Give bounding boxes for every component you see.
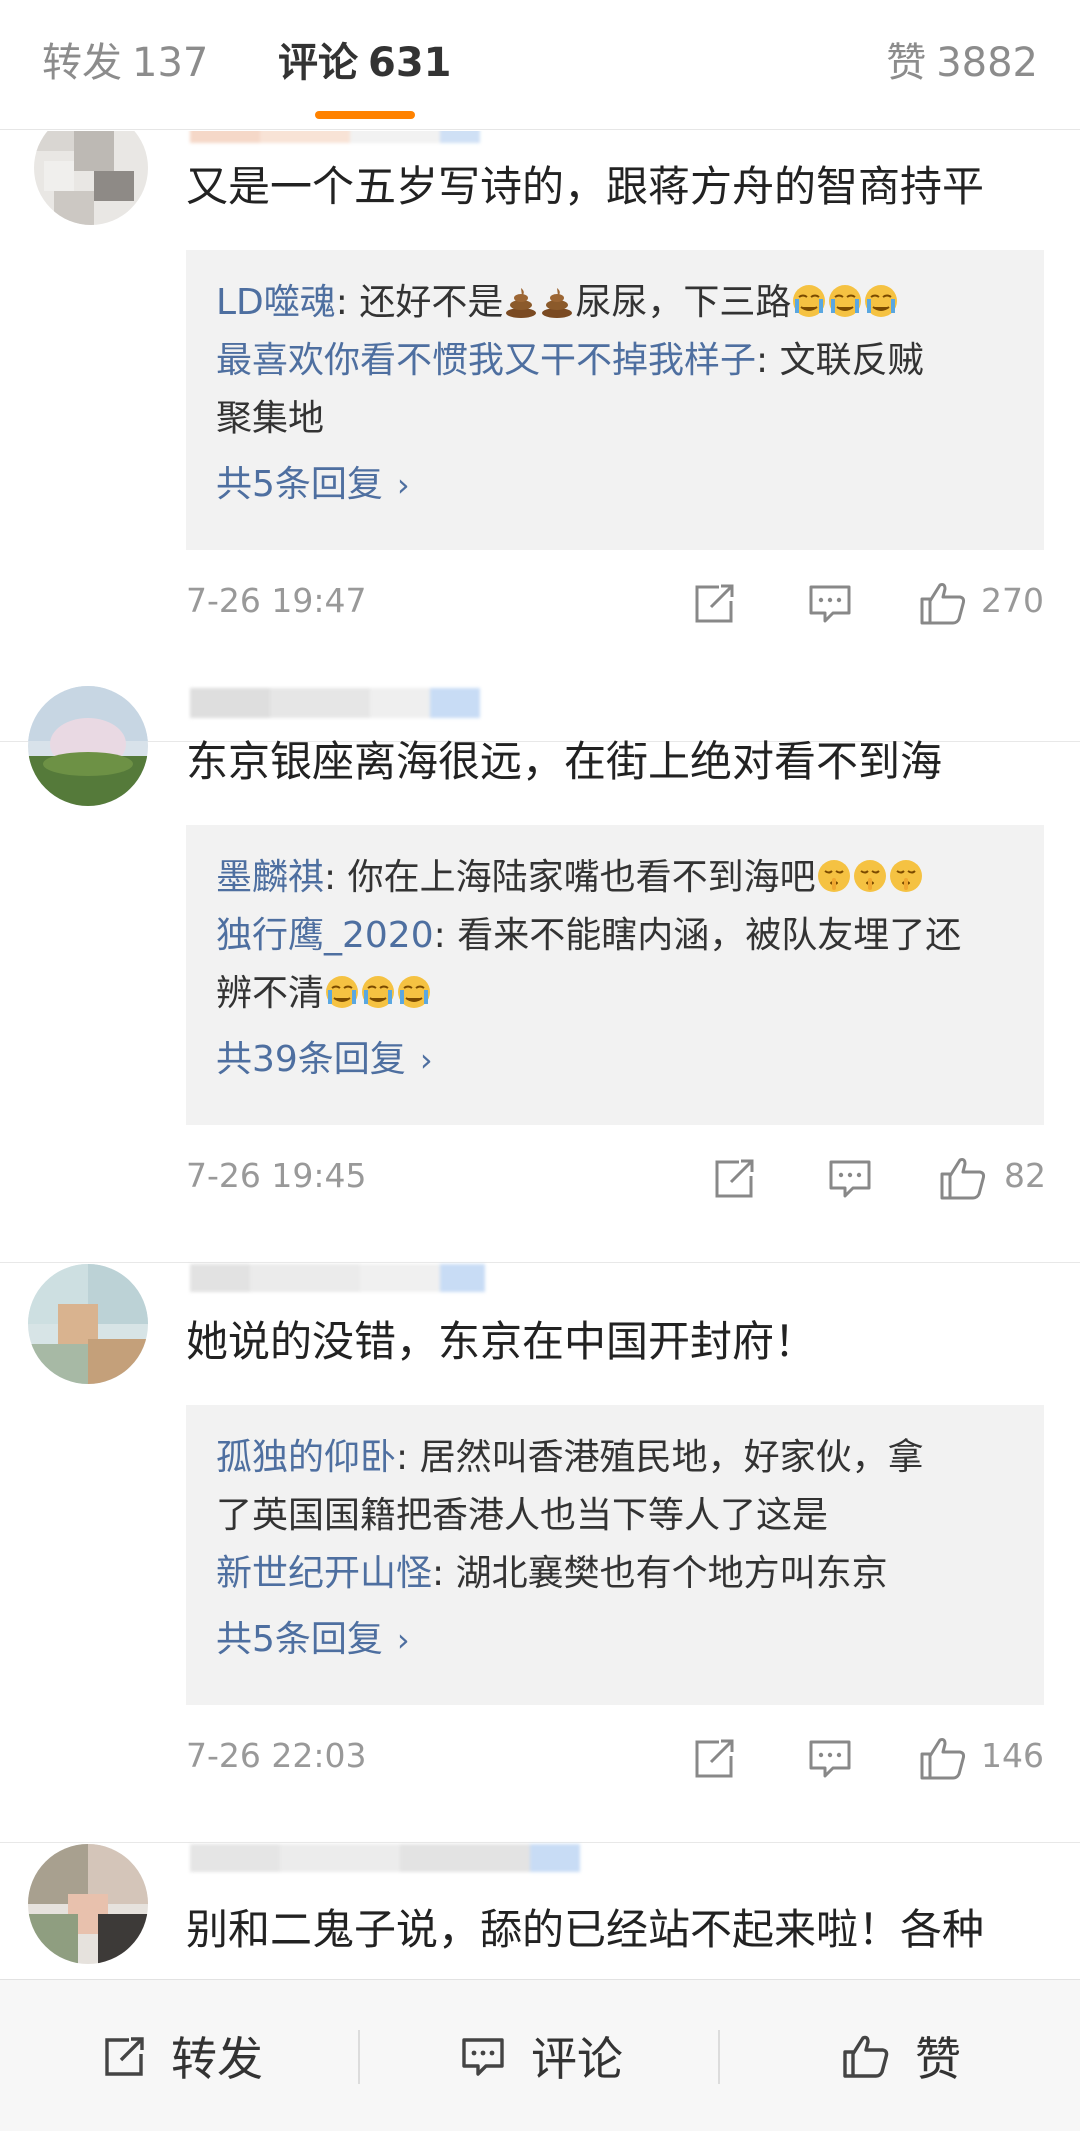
chevron-right-icon: › [396,466,410,504]
avatar[interactable] [28,1264,148,1384]
like-icon[interactable] [938,1152,988,1204]
username-obscured[interactable] [190,1838,590,1872]
reply-text-cont: 尿尿，下三路 [575,282,792,323]
like-icon[interactable] [918,1732,968,1784]
comment-timestamp: 7-26 22:03 [186,1736,367,1775]
reply-username[interactable]: 新世纪开山怪 [216,1553,432,1594]
comment-meta-bar: 7-26 19:45 82 [186,1148,1046,1208]
reply-text-wrap: 了英国国籍把香港人也当下等人了这是 [216,1495,829,1536]
chevron-right-icon: › [396,1621,410,1659]
comment-meta-bar: 7-26 22:03 146 [186,1728,1044,1788]
reply-text: : 看来不能瞎内涵，被队友埋了还 [433,915,962,956]
tab-likes-label: 赞 [886,40,927,86]
comment-meta-bar: 7-26 19:47 270 [186,573,1044,633]
comment-item: 东京银座离海很远，在街上绝对看不到海 墨麟祺: 你在上海陆家嘴也看不到海吧 独行… [0,686,1080,1266]
reply-line: 新世纪开山怪: 湖北襄樊也有个地方叫东京 [216,1545,1016,1603]
reply-username[interactable]: 孤独的仰卧 [216,1437,396,1478]
reply-username[interactable]: 墨麟祺 [216,857,324,898]
like-count: 146 [981,1736,1044,1775]
comment-tab-bar: 转发 137 评论 631 赞 3882 [0,0,1080,130]
view-all-replies-label: 共5条回复 [216,1619,383,1660]
comment-divider [0,1262,1080,1263]
view-all-replies-label: 共39条回复 [216,1039,406,1080]
tab-comment-count: 631 [368,40,452,86]
active-tab-indicator [315,111,415,119]
comment-text: 别和二鬼子说，舔的已经站不起来啦！各种 [186,1905,985,1954]
like-icon [843,2035,889,2078]
comment-text: 又是一个五岁写诗的，跟蒋方舟的智商持平 [186,162,985,211]
view-all-replies-link[interactable]: 共5条回复 › [216,1615,410,1665]
tab-likes[interactable]: 赞 3882 [886,38,1038,88]
repost-button[interactable]: 转发 [0,1980,360,2132]
reply-line: LD噬魂: 还好不是 尿尿，下三路 [216,274,1016,332]
reply-username[interactable]: 独行鹰_2020 [216,915,434,956]
comment-icon [462,2038,504,2076]
shushing-face-icon [816,857,924,898]
reply-text: : 居然叫香港殖民地，好家伙，拿 [396,1437,924,1478]
like-button[interactable]: 赞 [720,1980,1080,2132]
repost-icon[interactable] [691,1732,735,1784]
repost-icon[interactable] [711,1152,755,1204]
tab-repost-count: 137 [132,40,209,86]
reply-preview-box[interactable]: 墨麟祺: 你在上海陆家嘴也看不到海吧 独行鹰_2020: 看来不能瞎内涵，被队友… [186,825,1044,1125]
reply-line: 最喜欢你看不惯我又干不掉我样子: 文联反贼 聚集地 [216,332,1016,448]
repost-button-label: 转发 [171,2032,263,2086]
view-all-replies-label: 共5条回复 [216,464,383,505]
pile-of-poo-icon [503,282,575,323]
comment-icon[interactable] [807,1732,853,1784]
reply-text: : 你在上海陆家嘴也看不到海吧 [324,857,816,898]
reply-line: 墨麟祺: 你在上海陆家嘴也看不到海吧 [216,849,1016,907]
avatar[interactable] [28,1844,148,1964]
comment-list[interactable]: 又是一个五岁写诗的，跟蒋方舟的智商持平 LD噬魂: 还好不是 尿尿，下三路 最喜欢… [0,131,1080,1979]
reply-line: 独行鹰_2020: 看来不能瞎内涵，被队友埋了还 辨不清 [216,907,1016,1023]
tab-comment-label: 评论 [278,40,358,86]
avatar[interactable] [34,131,148,225]
like-count: 82 [1004,1156,1046,1195]
tab-repost[interactable]: 转发 137 [42,38,208,88]
tab-likes-count: 3882 [936,40,1038,86]
reply-preview-box[interactable]: 孤独的仰卧: 居然叫香港殖民地，好家伙，拿 了英国国籍把香港人也当下等人了这是 … [186,1405,1044,1705]
tab-repost-label: 转发 [42,40,122,86]
comment-button[interactable]: 评论 [360,1980,720,2132]
comment-text: 她说的没错，东京在中国开封府！ [186,1317,817,1366]
reply-text-wrap: 辨不清 [216,973,325,1014]
view-all-replies-link[interactable]: 共5条回复 › [216,460,410,510]
reply-preview-box[interactable]: LD噬魂: 还好不是 尿尿，下三路 最喜欢你看不惯我又干不掉我样子: 文联反贼 聚… [186,250,1044,550]
comment-icon[interactable] [807,577,853,629]
username-obscured[interactable] [190,1258,490,1292]
comment-item: 她说的没错，东京在中国开封府！ 孤独的仰卧: 居然叫香港殖民地，好家伙，拿 了英… [0,1264,1080,1846]
crying-face-icon [791,282,899,323]
comment-item: 又是一个五岁写诗的，跟蒋方舟的智商持平 LD噬魂: 还好不是 尿尿，下三路 最喜欢… [0,131,1080,751]
crying-face-icon [324,973,432,1014]
reply-line: 孤独的仰卧: 居然叫香港殖民地，好家伙，拿 了英国国籍把香港人也当下等人了这是 [216,1429,1016,1545]
reply-username[interactable]: LD噬魂 [216,282,336,323]
tab-comment[interactable]: 评论 631 [278,38,452,88]
like-button-label: 赞 [915,2032,961,2086]
repost-icon [105,2037,144,2076]
reply-text: : 湖北襄樊也有个地方叫东京 [432,1553,888,1594]
reply-text: : 还好不是 [335,282,504,323]
comment-button-label: 评论 [531,2032,623,2086]
chevron-right-icon: › [419,1041,433,1079]
view-all-replies-link[interactable]: 共39条回复 › [216,1035,433,1085]
reply-username[interactable]: 最喜欢你看不惯我又干不掉我样子 [216,340,756,381]
bottom-action-bar: 转发 评论 赞 [0,1979,1080,2131]
avatar[interactable] [28,686,148,806]
username-obscured[interactable] [190,131,490,145]
reply-text-wrap: 聚集地 [216,398,325,439]
like-count: 270 [981,581,1044,620]
username-obscured[interactable] [190,686,490,720]
like-icon[interactable] [918,577,968,629]
comment-timestamp: 7-26 19:45 [186,1156,367,1195]
comment-item: 别和二鬼子说，舔的已经站不起来啦！各种 [0,1844,1080,1979]
reply-text: : 文联反贼 [756,340,924,381]
comment-text: 东京银座离海很远，在街上绝对看不到海 [186,737,943,786]
comment-timestamp: 7-26 19:47 [186,581,367,620]
repost-icon[interactable] [691,577,735,629]
comment-icon[interactable] [827,1152,873,1204]
